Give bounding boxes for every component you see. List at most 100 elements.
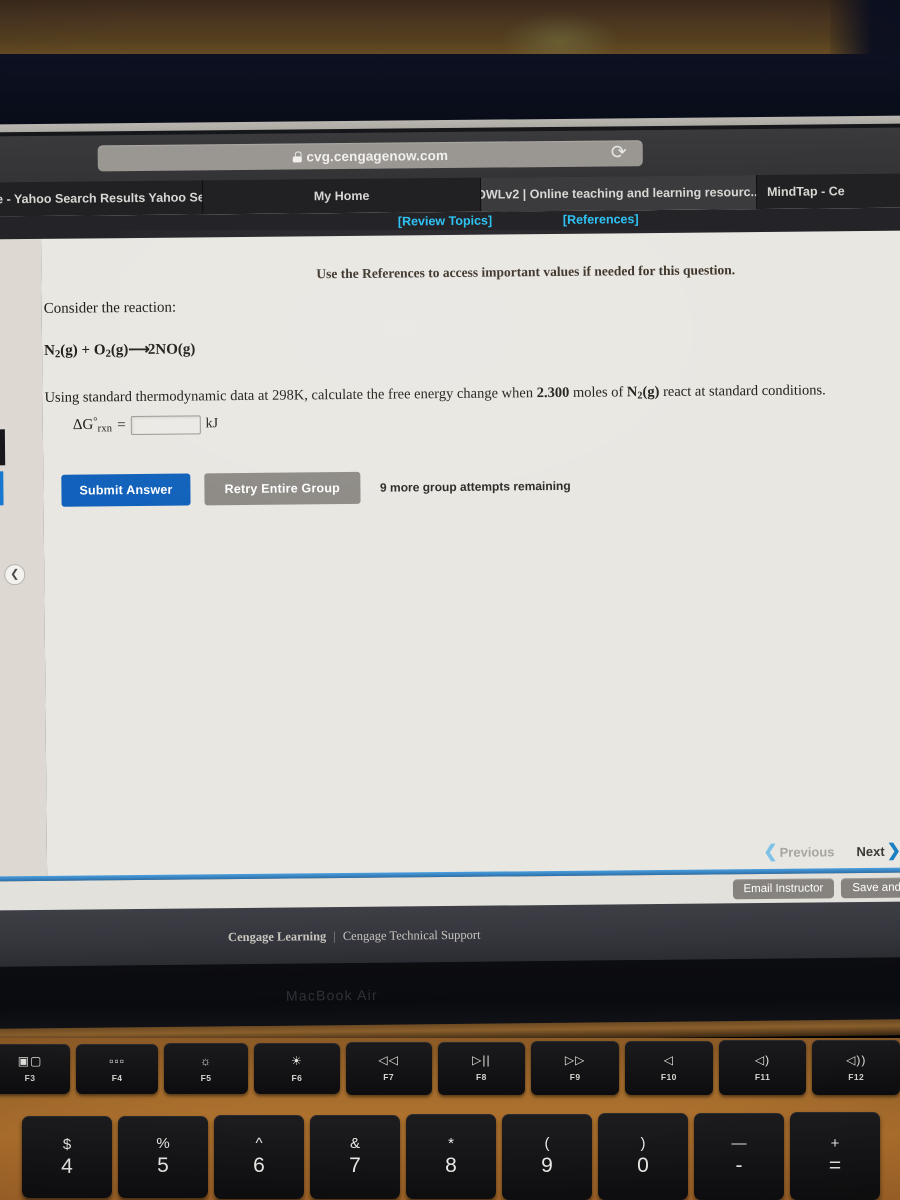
key-shift-symbol: ( xyxy=(544,1135,550,1152)
key-6[interactable]: ^ 6 xyxy=(214,1115,304,1199)
chevron-right-icon: ❯ xyxy=(886,840,900,860)
key-primary-symbol: 9 xyxy=(541,1154,553,1177)
key-primary-symbol: - xyxy=(735,1153,743,1177)
save-and-button[interactable]: Save and xyxy=(841,877,900,899)
cengage-learning-link[interactable]: Cengage Learning xyxy=(228,929,326,945)
laptop-keyboard: ▣▢ F3 ▫▫▫ F4 ☼ F5 ☀ F6 ◁◁ F7 ▷|| F8 ▷▷ F9 ◁ F10 ◁) F11 ◁))… xyxy=(0,1038,900,1200)
key-shift-symbol: ) xyxy=(640,1134,646,1152)
room-background-wall xyxy=(0,0,900,58)
key-7[interactable]: & 7 xyxy=(310,1114,400,1199)
next-question-button[interactable]: Next ❯ xyxy=(856,841,900,861)
key-f3[interactable]: ▣▢ F3 xyxy=(0,1044,71,1094)
browser-tab-mindtap[interactable]: MindTap - Ce xyxy=(756,173,900,210)
reference-note: Use the References to access important v… xyxy=(316,262,736,282)
answer-label-subscript: rxn xyxy=(97,423,113,435)
mute-icon: ◁ xyxy=(663,1052,674,1067)
key-f6[interactable]: ☀ F6 xyxy=(253,1042,340,1095)
key-primary-symbol: 8 xyxy=(445,1154,457,1178)
key-shift-symbol: + xyxy=(830,1134,840,1152)
collapse-panel-chevron-icon[interactable]: ❮ xyxy=(4,564,26,586)
browser-tab-my-home[interactable]: My Home xyxy=(202,177,482,215)
key-8[interactable]: * 8 xyxy=(406,1114,496,1200)
key-9[interactable]: (9 xyxy=(502,1113,592,1200)
key-=[interactable]: + = xyxy=(790,1112,880,1200)
question-button-row: Submit Answer Retry Entire Group 9 more … xyxy=(61,470,571,507)
key-shift-symbol: * xyxy=(448,1135,454,1153)
page-left-rail: ❮ xyxy=(0,238,48,880)
key-primary-symbol: 6 xyxy=(253,1154,265,1178)
action-strip-buttons: Email Instructor Save and xyxy=(732,877,900,900)
question-navigation: ❮ Previous Next ❯ xyxy=(763,841,900,862)
key-f11[interactable]: ◁) F11 xyxy=(718,1040,807,1096)
browser-tab-owlv2[interactable]: OWLv2 | Online teaching and learning res… xyxy=(480,175,758,212)
key-shift-symbol: ^ xyxy=(255,1135,263,1153)
retry-entire-group-button[interactable]: Retry Entire Group xyxy=(204,471,361,506)
keyboard-brightness-down-icon: ☼ xyxy=(200,1053,212,1068)
key-f9[interactable]: ▷▷ F9 xyxy=(531,1041,619,1095)
key--[interactable]: — - xyxy=(694,1112,784,1200)
browser-tab-yahoo[interactable]: e - Yahoo Search Results Yahoo Searc... xyxy=(0,180,204,217)
address-bar[interactable]: cvg.cengagenow.com xyxy=(97,140,643,172)
play-pause-icon: ▷|| xyxy=(472,1053,491,1068)
volume-up-icon: ◁)) xyxy=(846,1052,867,1067)
equation-plus: + xyxy=(81,342,91,359)
key-4[interactable]: $4 xyxy=(22,1116,112,1198)
key-label: F7 xyxy=(383,1072,395,1083)
references-link[interactable]: [References] xyxy=(563,212,639,227)
cengage-technical-support-link[interactable]: Cengage Technical Support xyxy=(343,928,481,944)
key-primary-symbol: = xyxy=(828,1153,842,1177)
key-f8[interactable]: ▷|| F8 xyxy=(437,1041,526,1095)
photo-scene: cvg.cengagenow.com ⟳ e - Yahoo Search Re… xyxy=(0,0,900,1200)
key-label: F5 xyxy=(200,1072,212,1083)
equation-reactant-1-state: (g) xyxy=(60,342,78,359)
equation-arrow-icon: ⟶ xyxy=(128,341,148,359)
fast-forward-icon: ▷▷ xyxy=(564,1053,586,1068)
mission-control-icon: ▣▢ xyxy=(17,1054,43,1068)
key-label: F9 xyxy=(569,1072,581,1083)
chevron-left-icon: ❮ xyxy=(763,841,778,862)
reload-icon[interactable]: ⟳ xyxy=(608,142,630,164)
key-primary-symbol: 5 xyxy=(157,1154,169,1178)
launchpad-icon: ▫▫▫ xyxy=(109,1053,125,1068)
prompt-text-part-1: Using standard thermodynamic data at 298… xyxy=(44,385,537,407)
room-dark-band xyxy=(0,54,900,126)
question-paper: Use the References to access important v… xyxy=(41,230,900,879)
prompt-species-state: (g) xyxy=(642,384,660,401)
review-topics-link[interactable]: [Review Topics] xyxy=(398,214,492,229)
key-5[interactable]: % 5 xyxy=(118,1115,208,1199)
key-label: F6 xyxy=(291,1072,303,1083)
key-0[interactable]: ) 0 xyxy=(598,1113,688,1200)
key-shift-symbol: — xyxy=(731,1134,747,1152)
rewind-icon: ◁◁ xyxy=(378,1053,399,1068)
lock-icon xyxy=(292,151,301,162)
answer-label-delta-g: ΔG xyxy=(72,417,94,434)
equation-reactant-2: O xyxy=(93,342,106,359)
question-body: Consider the reaction: N2(g) + O2(g)⟶2NO… xyxy=(44,293,895,436)
submit-answer-button[interactable]: Submit Answer xyxy=(61,473,191,507)
prompt-text-part-3: react at standard conditions. xyxy=(659,382,826,401)
key-shift-symbol: % xyxy=(156,1135,170,1153)
key-f12[interactable]: ◁)) F12 xyxy=(812,1039,900,1096)
prompt-text-part-2: moles of xyxy=(569,384,627,402)
equation-reactant-1: N xyxy=(44,342,56,359)
email-instructor-button[interactable]: Email Instructor xyxy=(732,878,835,900)
answer-input[interactable] xyxy=(130,415,201,435)
key-f4[interactable]: ▫▫▫ F4 xyxy=(76,1043,159,1095)
room-light-glow xyxy=(500,12,620,60)
key-shift-symbol: $ xyxy=(62,1135,72,1153)
key-label: F10 xyxy=(660,1071,677,1082)
key-f10[interactable]: ◁ F10 xyxy=(624,1040,713,1096)
key-primary-symbol: 0 xyxy=(637,1153,649,1177)
keyboard-function-row: ▣▢ F3 ▫▫▫ F4 ☼ F5 ☀ F6 ◁◁ F7 ▷|| F8 ▷▷ F9 ◁ F10 ◁) F11 ◁))… xyxy=(0,1039,900,1096)
prompt-moles-value: 2.300 xyxy=(536,385,570,402)
question-prompt: Using standard thermodynamic data at 298… xyxy=(44,382,894,408)
attempts-remaining-text: 9 more group attempts remaining xyxy=(379,478,571,495)
owl-question-page: [Review Topics] [References] ❮ Use the R… xyxy=(0,207,900,887)
equation-product: 2NO xyxy=(147,341,178,358)
footer-separator: | xyxy=(333,929,336,944)
key-label: F11 xyxy=(754,1071,771,1082)
key-f7[interactable]: ◁◁ F7 xyxy=(345,1042,432,1095)
key-f5[interactable]: ☼ F5 xyxy=(164,1043,248,1095)
key-primary-symbol: 7 xyxy=(349,1154,361,1178)
previous-question-button[interactable]: ❮ Previous xyxy=(763,841,834,862)
